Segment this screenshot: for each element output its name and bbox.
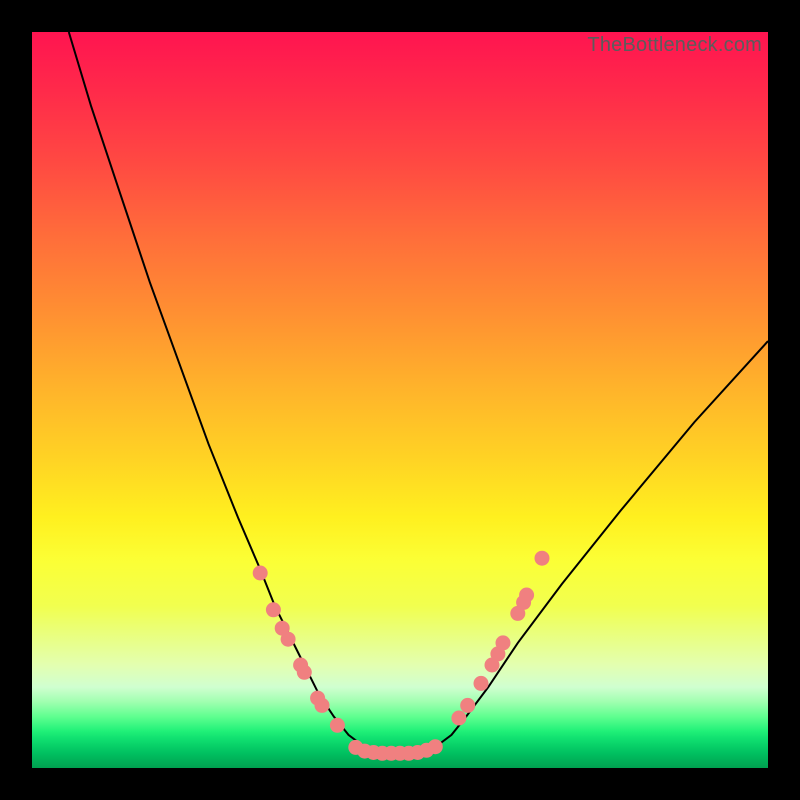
curve-marker-dot — [315, 698, 330, 713]
curve-marker-dot — [535, 551, 550, 566]
curve-marker-dot — [460, 698, 475, 713]
curve-marker-dot — [266, 602, 281, 617]
curve-marker-dot — [330, 718, 345, 733]
curve-marker-dot — [253, 566, 268, 581]
curve-marker-dot — [428, 739, 443, 754]
curve-marker-dot — [519, 588, 534, 603]
curve-marker-dot — [474, 676, 489, 691]
curve-marker-group — [253, 551, 550, 761]
curve-marker-dot — [297, 665, 312, 680]
plot-area: TheBottleneck.com — [32, 32, 768, 768]
bottleneck-curve — [69, 32, 768, 753]
curve-layer — [32, 32, 768, 768]
chart-frame: TheBottleneck.com — [0, 0, 800, 800]
curve-marker-dot — [281, 632, 296, 647]
curve-marker-dot — [496, 635, 511, 650]
curve-marker-dot — [451, 711, 466, 726]
